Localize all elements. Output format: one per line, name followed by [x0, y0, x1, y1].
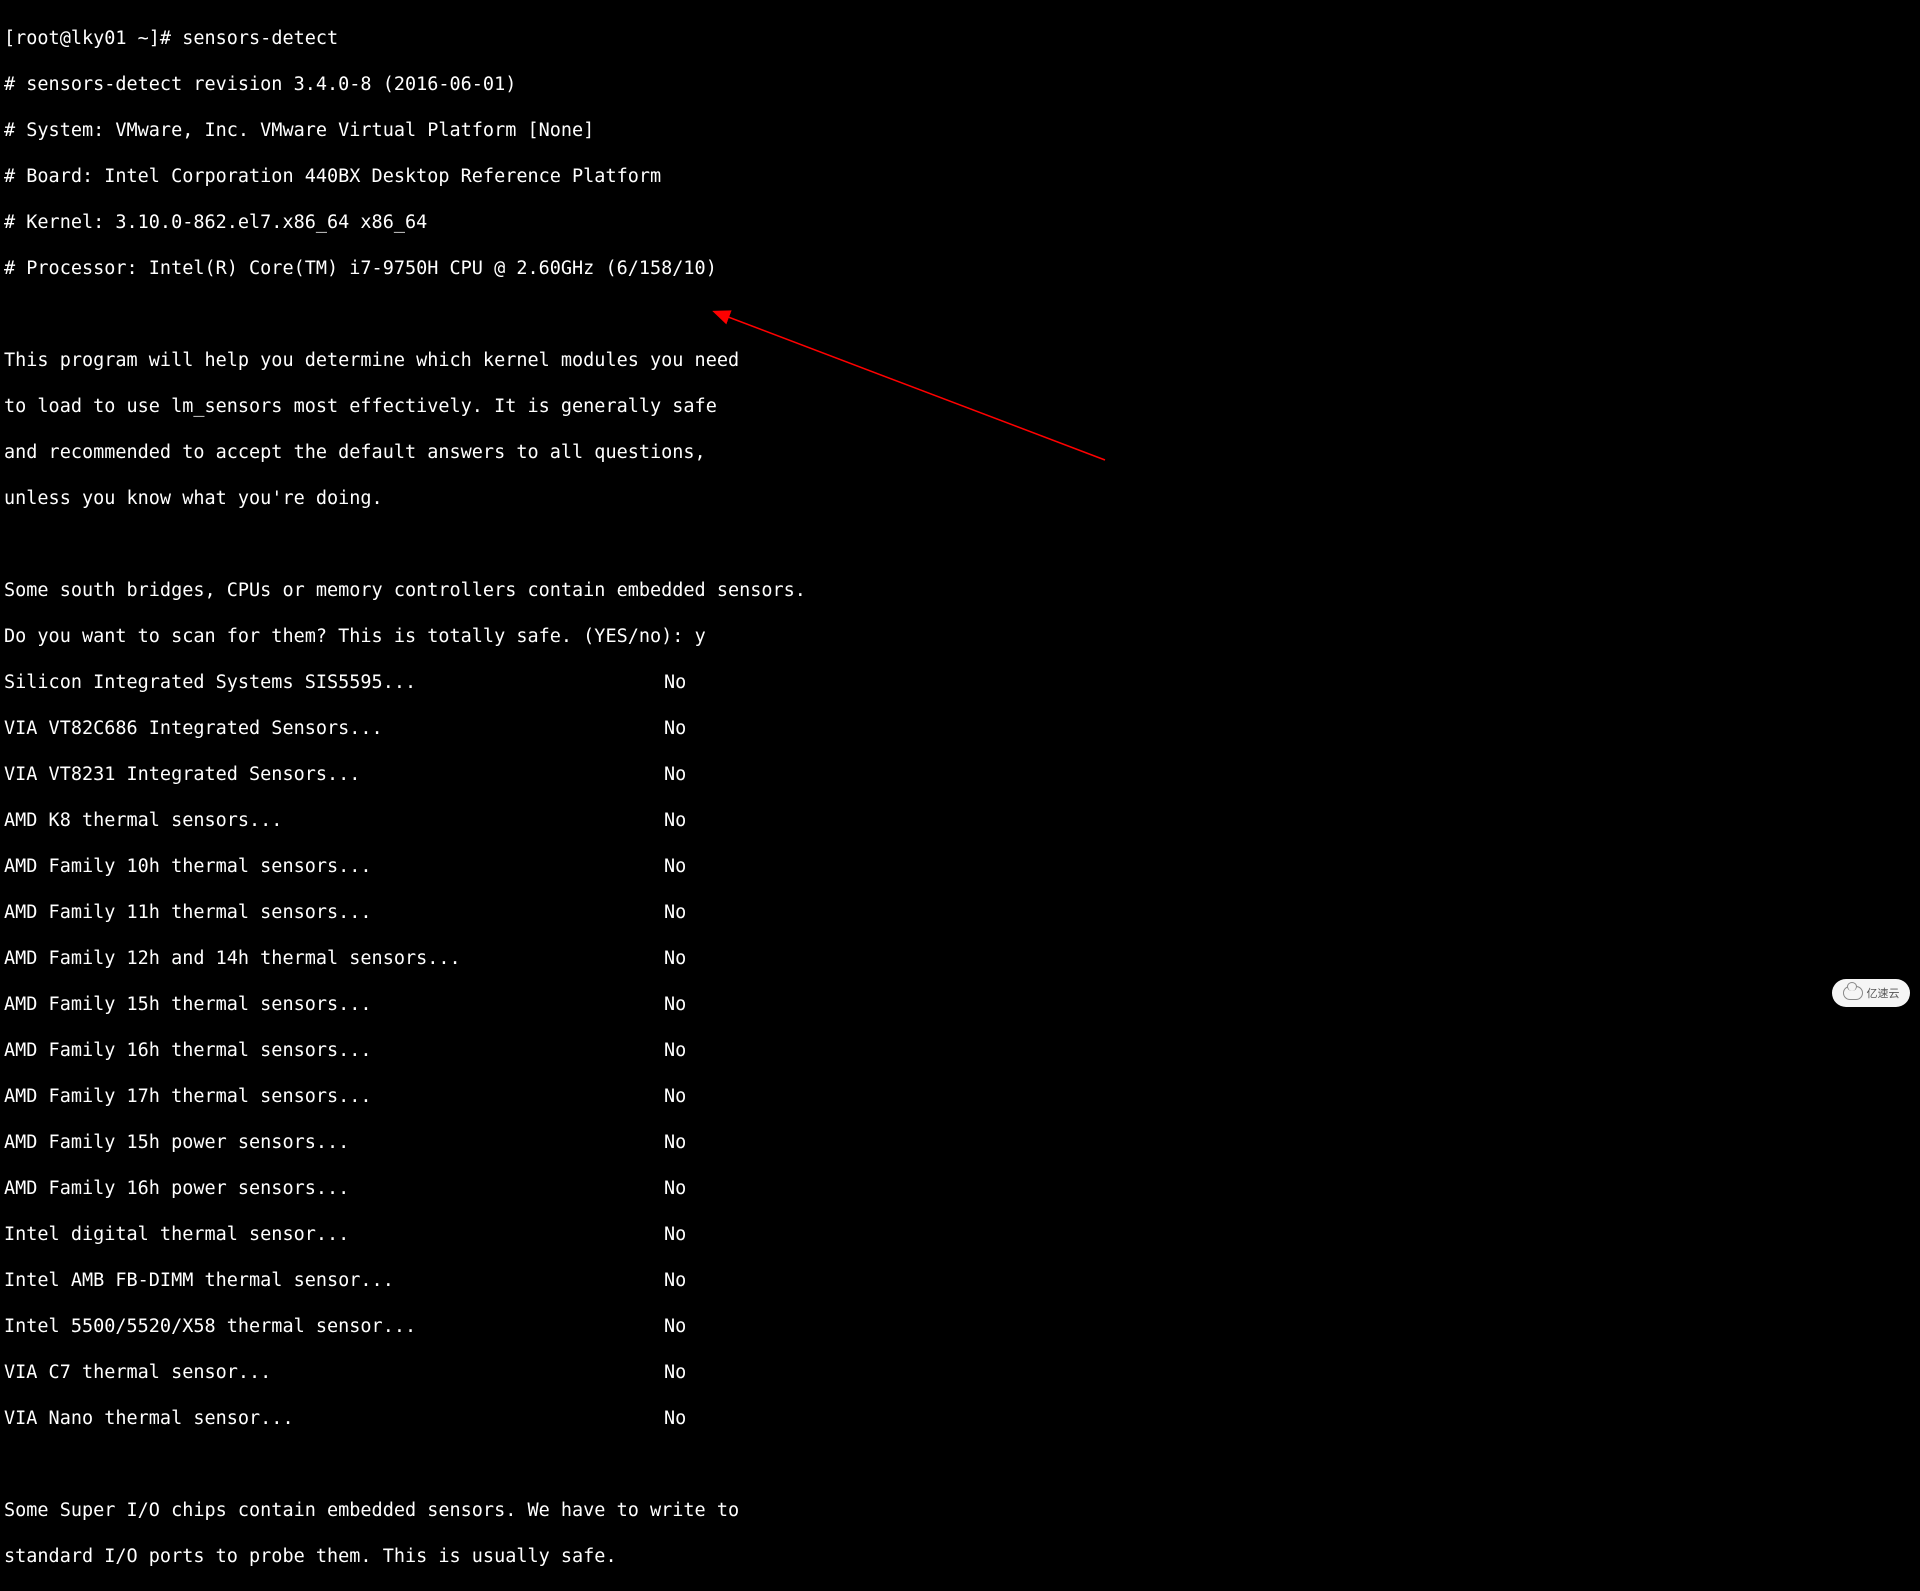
sensor-result: No	[664, 1407, 686, 1430]
sensor-name: AMD Family 15h power sensors...	[4, 1131, 664, 1154]
sensor-name: AMD Family 11h thermal sensors...	[4, 901, 664, 924]
sensor-result-line: AMD Family 11h thermal sensors...No	[4, 901, 1916, 924]
sensor-result-line: Intel 5500/5520/X58 thermal sensor...No	[4, 1315, 1916, 1338]
footer-line: Some Super I/O chips contain embedded se…	[4, 1499, 1916, 1522]
sensor-name: Silicon Integrated Systems SIS5595...	[4, 671, 664, 694]
footer-line: standard I/O ports to probe them. This i…	[4, 1545, 1916, 1568]
sensor-result: No	[664, 993, 686, 1016]
sensor-result-line: AMD Family 15h thermal sensors...No	[4, 993, 1916, 1016]
watermark-text: 亿速云	[1867, 985, 1900, 1001]
sensor-name: VIA Nano thermal sensor...	[4, 1407, 664, 1430]
shell-prompt: [root@lky01 ~]#	[4, 28, 182, 49]
sensor-result-line: VIA VT8231 Integrated Sensors...No	[4, 763, 1916, 786]
intro-line: This program will help you determine whi…	[4, 349, 1916, 372]
header-line: # Kernel: 3.10.0-862.el7.x86_64 x86_64	[4, 211, 1916, 234]
sensor-result: No	[664, 1361, 686, 1384]
command-text: sensors-detect	[182, 28, 338, 49]
sensor-result-line: AMD Family 10h thermal sensors...No	[4, 855, 1916, 878]
sensor-result: No	[664, 901, 686, 924]
sensor-name: Intel 5500/5520/X58 thermal sensor...	[4, 1315, 664, 1338]
sensor-result-line: AMD K8 thermal sensors...No	[4, 809, 1916, 832]
sensor-name: AMD K8 thermal sensors...	[4, 809, 664, 832]
sensor-result: No	[664, 809, 686, 832]
intro-line: and recommended to accept the default an…	[4, 441, 1916, 464]
sensor-result: No	[664, 1131, 686, 1154]
sensor-result: No	[664, 1177, 686, 1200]
intro-line: to load to use lm_sensors most effective…	[4, 395, 1916, 418]
sensor-name: AMD Family 17h thermal sensors...	[4, 1085, 664, 1108]
header-line: # System: VMware, Inc. VMware Virtual Pl…	[4, 119, 1916, 142]
sensor-name: AMD Family 12h and 14h thermal sensors..…	[4, 947, 664, 970]
sensor-result-line: Intel AMB FB-DIMM thermal sensor...No	[4, 1269, 1916, 1292]
scan-question: Do you want to scan for them? This is to…	[4, 626, 695, 647]
sensor-name: VIA VT8231 Integrated Sensors...	[4, 763, 664, 786]
sensor-result: No	[664, 1269, 686, 1292]
sensor-name: AMD Family 15h thermal sensors...	[4, 993, 664, 1016]
sensor-result: No	[664, 763, 686, 786]
sensor-result: No	[664, 717, 686, 740]
sensor-result: No	[664, 1223, 686, 1246]
sensor-result-line: VIA Nano thermal sensor...No	[4, 1407, 1916, 1430]
sensor-name: AMD Family 16h thermal sensors...	[4, 1039, 664, 1062]
scan-prompt-line: Do you want to scan for them? This is to…	[4, 625, 1916, 648]
cloud-icon	[1843, 986, 1863, 1000]
sensor-name: VIA C7 thermal sensor...	[4, 1361, 664, 1384]
sensor-name: VIA VT82C686 Integrated Sensors...	[4, 717, 664, 740]
sensor-result-line: AMD Family 16h power sensors...No	[4, 1177, 1916, 1200]
terminal-output[interactable]: [root@lky01 ~]# sensors-detect # sensors…	[0, 0, 1920, 1017]
sensor-result-line: AMD Family 17h thermal sensors...No	[4, 1085, 1916, 1108]
sensor-result-line: AMD Family 15h power sensors...No	[4, 1131, 1916, 1154]
sensor-result-line: Silicon Integrated Systems SIS5595...No	[4, 671, 1916, 694]
header-line: # Board: Intel Corporation 440BX Desktop…	[4, 165, 1916, 188]
sensor-result: No	[664, 947, 686, 970]
scan-info-line: Some south bridges, CPUs or memory contr…	[4, 579, 1916, 602]
sensor-result: No	[664, 1039, 686, 1062]
sensor-result-line: VIA C7 thermal sensor...No	[4, 1361, 1916, 1384]
sensor-name: Intel digital thermal sensor...	[4, 1223, 664, 1246]
sensor-result: No	[664, 1085, 686, 1108]
header-line: # Processor: Intel(R) Core(TM) i7-9750H …	[4, 257, 1916, 280]
sensor-result-line: Intel digital thermal sensor...No	[4, 1223, 1916, 1246]
sensor-result: No	[664, 855, 686, 878]
blank-line	[4, 533, 1916, 556]
sensor-result-line: VIA VT82C686 Integrated Sensors...No	[4, 717, 1916, 740]
watermark-badge: 亿速云	[1832, 979, 1910, 1007]
header-line: # sensors-detect revision 3.4.0-8 (2016-…	[4, 73, 1916, 96]
sensor-name: AMD Family 16h power sensors...	[4, 1177, 664, 1200]
blank-line	[4, 1453, 1916, 1476]
intro-line: unless you know what you're doing.	[4, 487, 1916, 510]
sensor-result-line: AMD Family 16h thermal sensors...No	[4, 1039, 1916, 1062]
blank-line	[4, 303, 1916, 326]
scan-answer[interactable]: y	[695, 626, 706, 647]
sensor-result-line: AMD Family 12h and 14h thermal sensors..…	[4, 947, 1916, 970]
sensor-result: No	[664, 671, 686, 694]
sensor-name: Intel AMB FB-DIMM thermal sensor...	[4, 1269, 664, 1292]
sensor-name: AMD Family 10h thermal sensors...	[4, 855, 664, 878]
prompt-line: [root@lky01 ~]# sensors-detect	[4, 27, 1916, 50]
sensor-result: No	[664, 1315, 686, 1338]
